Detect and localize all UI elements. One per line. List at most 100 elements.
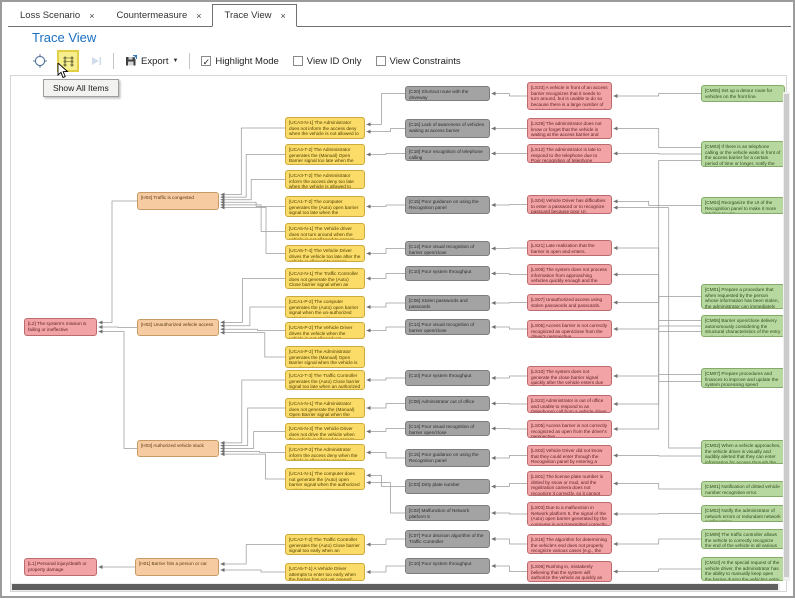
diagram-node-M6[interactable]: [CM07] Prepare procedures and finances t… [701, 368, 785, 388]
diagram-node-M2[interactable]: [CM03] If there is an telephone calling … [701, 141, 785, 167]
diagram-node-U1[interactable]: [UCA3-N-1] The Administrator does not in… [285, 117, 365, 139]
diagram-node-S1[interactable]: [LS33] A vehicle in front of an access b… [527, 82, 612, 110]
export-button[interactable]: Export ▼ [121, 53, 182, 69]
diagram-node-S4[interactable]: [LS04] Vehicle Driver has difficulties t… [527, 195, 612, 214]
fit-view-button[interactable] [30, 51, 50, 71]
diagram-node-S6[interactable]: [LS09] The system does not process infor… [527, 264, 612, 285]
diagram-node-L2[interactable]: [L1] Personal injury/death or property d… [24, 558, 97, 576]
diagram-node-U8[interactable]: [UCA1-P-2] The computer generates the (A… [285, 296, 365, 318]
diagram-node-S13[interactable]: [LS01] The license plate number is dirti… [527, 471, 612, 496]
diagram-node-S2[interactable]: [LS29] The administrator does not know o… [527, 118, 612, 139]
diagram-node-S16[interactable]: [LS06] Rushing in, mistakenly believing … [527, 561, 612, 582]
diagram-node-C9[interactable]: [C10] Poor system throughput [405, 370, 490, 386]
diagram-node-H3[interactable]: [H03] Authorized vehicle stuck [137, 440, 219, 457]
diagram-node-H4[interactable]: [H04] Traffic is congested [137, 192, 219, 210]
diagram-node-U9[interactable]: [UCA5-P-2] The Vehicle Driver drives the… [285, 322, 365, 339]
diagram-node-L1[interactable]: [L2] The system's mission is failing or … [24, 318, 97, 336]
checkbox-checked[interactable]: ✓ [201, 56, 211, 66]
view-id-only-checkbox[interactable]: View ID Only [293, 56, 362, 67]
diagram-node-C12[interactable]: [C15] Poor guidance on using the Recogni… [405, 449, 490, 467]
diagram-node-S15[interactable]: [LS15] The algorithm for determining the… [527, 534, 612, 554]
diagram-node-C5[interactable]: [C14] Poor visual recognition of barrier… [405, 241, 490, 256]
diagram-node-U14[interactable]: [UCA3-P-2] The Administrator inform the … [285, 444, 365, 461]
checkbox-label: Highlight Mode [215, 56, 278, 67]
forward-icon [90, 55, 102, 67]
diagram-node-U5[interactable]: [UCA5-N-1] The Vehicle driver does not t… [285, 223, 365, 240]
diagram-node-M5[interactable]: [CM06] Barrier open/close delivery auton… [701, 315, 785, 337]
diagram-node-C11[interactable]: [C14] Poor visual recognition of barrier… [405, 421, 490, 436]
vertical-scrollbar-thumb[interactable] [784, 94, 789, 577]
diagram-node-C14[interactable]: [C02] Malfunction of Network platform 5 [405, 505, 490, 521]
diagram-node-M10[interactable]: [CM09] The traffic controller allows the… [701, 529, 785, 549]
tab-label: Trace View [225, 10, 272, 21]
diagram-node-S14[interactable]: [LS03] Due to a malfunction in Network p… [527, 502, 612, 526]
highlight-mode-checkbox[interactable]: ✓ Highlight Mode [201, 56, 278, 67]
diagram-node-S10[interactable]: [LS22] Administrator is out of office an… [527, 395, 612, 413]
diagram-edges [2, 2, 795, 600]
diagram-node-U12[interactable]: [UCA4-N-1] The Administrator does not ge… [285, 398, 365, 418]
diagram-node-U16[interactable]: [UCA2-T-2] The Traffic Controller genera… [285, 534, 365, 555]
forward-button[interactable] [86, 51, 106, 71]
tab-trace-view[interactable]: Trace View × [212, 4, 297, 27]
diagram-node-M8[interactable]: [CM01] Notification of dirtied vehicle n… [701, 481, 785, 497]
diagram-node-C16[interactable]: [C10] Poor system throughput [405, 558, 490, 574]
page-title: Trace View [32, 30, 96, 45]
diagram-node-U17[interactable]: [UCA5-T-1] A Vehicle Driver attempts to … [285, 563, 365, 581]
diagram-node-C10[interactable]: [C08] Administrator out of office [405, 396, 490, 411]
diagram-node-U15[interactable]: [UCA1-N-1] The computer does not generat… [285, 468, 365, 490]
horizontal-scrollbar[interactable] [11, 583, 780, 591]
diagram-node-H1[interactable]: [H01] Barrier hits a person or car [135, 558, 219, 576]
diagram-node-M1[interactable]: [CM05] Set up a detour route for vehicle… [701, 85, 785, 102]
diagram-node-M11[interactable]: [CM10] At the special request of the veh… [701, 557, 785, 581]
close-icon[interactable]: × [196, 11, 201, 21]
close-icon[interactable]: × [281, 11, 286, 21]
tab-label: Countermeasure [116, 10, 187, 21]
diagram-node-C1[interactable]: [C20] Shortcut route with the driveway [405, 86, 490, 101]
diagram-node-U2[interactable]: [UCA4-T-2] The Administrator generates t… [285, 144, 365, 165]
diagram-node-M3[interactable]: [CM04] Reorganize the UI of the Recognit… [701, 197, 785, 214]
diagram-node-U6[interactable]: [UCA5-T-4] The Vehicle Driver drives the… [285, 245, 365, 262]
diagram-node-C6[interactable]: [C10] Poor system throughput [405, 266, 490, 281]
toolbar-separator [189, 53, 190, 69]
diagram-node-C2[interactable]: [C16] Lack of awareness of vehicles wait… [405, 119, 490, 138]
diagram-node-S3[interactable]: [LS12] The administrator is late to resp… [527, 144, 612, 163]
close-icon[interactable]: × [89, 11, 94, 21]
mouse-cursor [57, 63, 69, 84]
chevron-down-icon: ▼ [172, 58, 178, 64]
checkbox-unchecked[interactable] [293, 56, 303, 66]
diagram-node-U3[interactable]: [UCA3-T-2] The Administrator inform the … [285, 170, 365, 189]
export-icon [125, 55, 137, 67]
diagram-node-C4[interactable]: [C15] Poor guidance on using the Recogni… [405, 196, 490, 214]
diagram-node-S5[interactable]: [LS21] Late realization that the barrier… [527, 240, 612, 256]
diagram-node-C8[interactable]: [C14] Poor visual recognition of barrier… [405, 319, 490, 335]
diagram-node-U10[interactable]: [UCA4-P-2] The Administrator generates t… [285, 346, 365, 368]
toolbar: Export ▼ ✓ Highlight Mode View ID Only V… [30, 50, 461, 72]
diagram-node-S11[interactable]: [LS05] Access barrier is not correctly r… [527, 420, 612, 438]
diagram-node-C13[interactable]: [C03] Dirty plate number [405, 479, 490, 494]
diagram-node-C7[interactable]: [C06] Stolen passwords and passcards [405, 295, 490, 311]
diagram-node-S7[interactable]: [LS07] Unauthorized access using stolen … [527, 294, 612, 311]
diagram-node-C15[interactable]: [C07] Poor decision algorithm of the Tra… [405, 530, 490, 548]
diagram-node-U13[interactable]: [UCA5-N-2] The Vehicle Driver does not d… [285, 423, 365, 440]
diagram-node-M4[interactable]: [CM01] Prepare a procedure that when req… [701, 284, 785, 309]
diagram-node-U7[interactable]: [UCA2-N-1] The Traffic Controller does n… [285, 268, 365, 289]
tab-countermeasure[interactable]: Countermeasure × [104, 5, 211, 26]
tooltip-show-all-items: Show All Items [43, 79, 119, 97]
diagram-node-U11[interactable]: [UCA2-T-3] The Traffic Controller genera… [285, 370, 365, 390]
view-constraints-checkbox[interactable]: View Constraints [376, 56, 461, 67]
diagram-node-H2[interactable]: [H02] Unauthorized vehicle access [137, 319, 219, 336]
trace-diagram: [L2] The system's mission is failing or … [2, 2, 793, 596]
checkbox-unchecked[interactable] [376, 56, 386, 66]
horizontal-scrollbar-thumb[interactable] [12, 584, 778, 590]
diagram-node-M7[interactable]: [CM02] When a vehicle approaches, the ve… [701, 440, 785, 464]
diagram-node-U4[interactable]: [UCA1-T-2] The computer generates the (A… [285, 196, 365, 217]
diagram-node-M9[interactable]: [CM02] Notify the administrator of netwo… [701, 505, 785, 522]
tab-label: Loss Scenario [20, 10, 80, 21]
diagram-node-C3[interactable]: [C18] Poor recognition of telephone call… [405, 146, 490, 161]
diagram-node-S9[interactable]: [LS10] The system does not generate the … [527, 366, 612, 386]
tab-loss-scenario[interactable]: Loss Scenario × [8, 5, 104, 26]
diagram-node-S8[interactable]: [LS05] Access barrier is not correctly r… [527, 320, 612, 338]
vertical-scrollbar[interactable] [783, 92, 790, 581]
diagram-node-S12[interactable]: [LS02] Vehicle Driver did not know that … [527, 445, 612, 466]
tab-bar: Loss Scenario × Countermeasure × Trace V… [8, 5, 791, 27]
